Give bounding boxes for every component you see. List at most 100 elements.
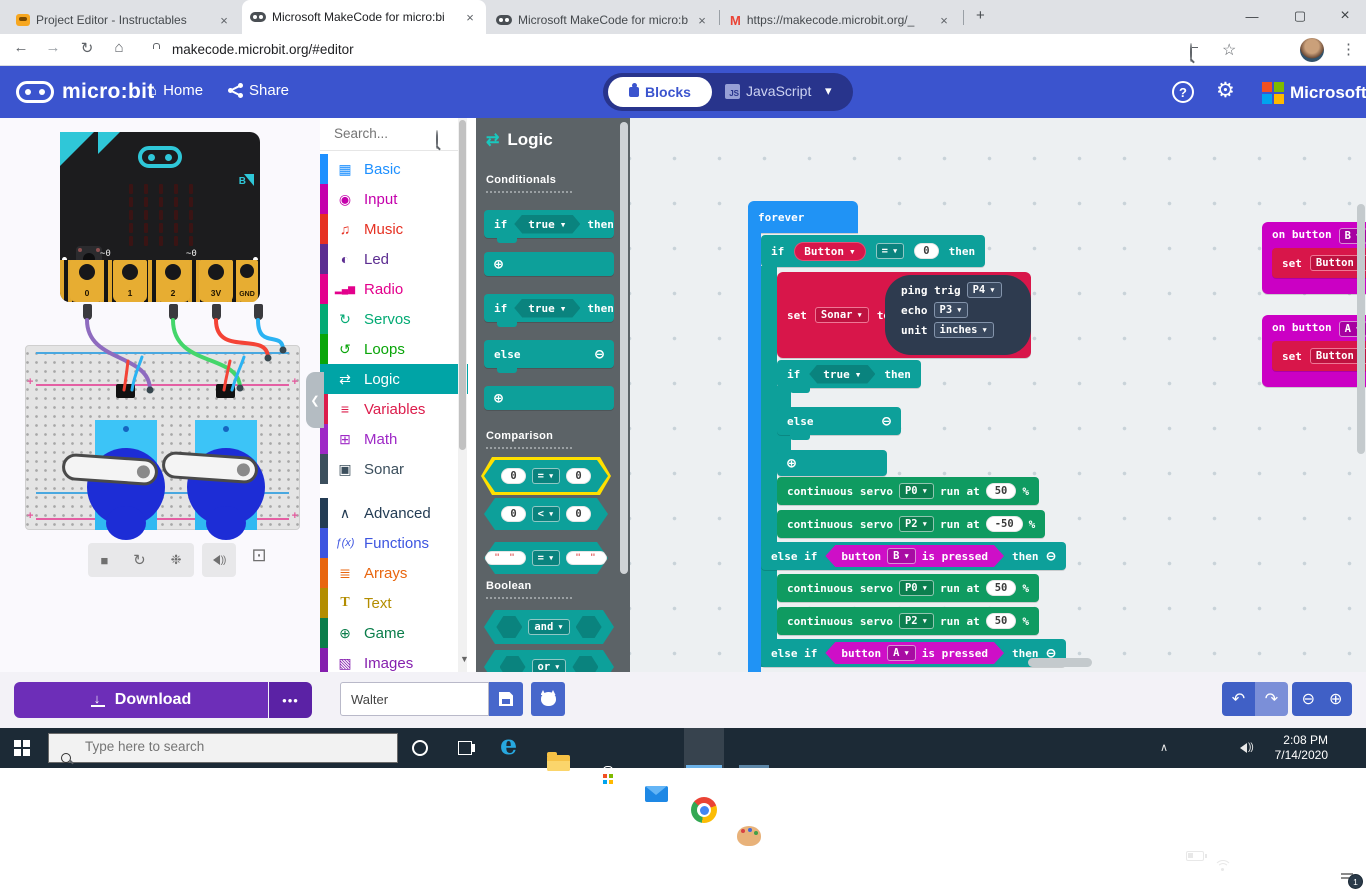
button-choice-dropdown[interactable]: A▾	[887, 645, 916, 661]
minus-icon[interactable]: ⊖	[1047, 548, 1056, 564]
plus-icon[interactable]: ⊕	[494, 256, 503, 272]
comparison-op-dropdown[interactable]: = ▾	[875, 243, 905, 259]
trig-pin-dropdown[interactable]: P4 ▾	[966, 282, 1002, 298]
wifi-icon[interactable]	[1214, 860, 1232, 872]
category-servos[interactable]: ↻ Servos	[320, 304, 468, 334]
category-math[interactable]: ⊞ Math	[320, 424, 468, 454]
servo-pin-dropdown[interactable]: P0 ▾	[898, 483, 934, 499]
edge-icon[interactable]: e	[500, 730, 517, 761]
category-functions[interactable]: ƒ(x) Functions	[320, 528, 468, 558]
taskbar-search[interactable]	[48, 733, 398, 763]
flyout-if-block[interactable]: if true ▾ then	[484, 210, 614, 243]
servo-pin-dropdown[interactable]: P2 ▾	[898, 613, 934, 629]
flyout-equals-block[interactable]: 0 = ▾ 0	[484, 460, 608, 492]
toolbox-scroll-caret-icon[interactable]: ▼	[460, 654, 469, 664]
forward-icon[interactable]: →	[42, 39, 64, 56]
speed-input[interactable]: 50	[985, 483, 1017, 499]
speed-input[interactable]: 50	[985, 613, 1017, 629]
category-input[interactable]: ◉ Input	[320, 184, 468, 214]
tab-close-icon[interactable]: ×	[694, 13, 710, 28]
cortana-icon[interactable]	[412, 740, 428, 756]
reload-icon[interactable]: ↻	[76, 39, 98, 57]
flyout-else-bar[interactable]: else ⊖	[484, 340, 614, 373]
project-name-input[interactable]	[340, 682, 489, 716]
browser-menu-icon[interactable]: ⋮	[1341, 40, 1356, 58]
tab-close-icon[interactable]: ×	[462, 10, 478, 25]
help-button[interactable]: ?	[1172, 81, 1194, 103]
paint-icon[interactable]	[737, 826, 761, 846]
flyout-scrollbar-thumb[interactable]	[620, 122, 628, 574]
button-choice-dropdown[interactable]: B▾	[887, 548, 916, 564]
minus-icon[interactable]: ⊖	[595, 346, 604, 362]
microbit-brand[interactable]: micro:bit	[16, 80, 155, 104]
action-center-icon[interactable]: 1	[1338, 869, 1363, 889]
speed-input[interactable]: 50	[985, 580, 1017, 596]
flyout-and-block[interactable]: and ▾	[484, 610, 614, 644]
share-button[interactable]: Share	[228, 82, 289, 99]
led-grid[interactable]	[124, 182, 198, 248]
category-advanced[interactable]: ∧ Advanced	[320, 498, 468, 528]
github-button[interactable]	[531, 682, 565, 716]
task-view-icon[interactable]	[458, 741, 475, 755]
download-button[interactable]: ↓ Download	[14, 682, 268, 718]
zoom-in-icon[interactable]: ⊕	[1329, 689, 1342, 709]
download-more-button[interactable]: •••	[269, 682, 312, 718]
start-button[interactable]	[14, 740, 30, 756]
forever-block[interactable]: forever	[748, 201, 858, 233]
value-input[interactable]: 0	[914, 243, 939, 259]
button-b-pressed-condition[interactable]: button B ▾ is pressed	[825, 545, 1004, 567]
category-led[interactable]: ◐ Led	[320, 244, 468, 274]
pin-gnd[interactable]: GND	[236, 260, 258, 302]
taskbar-search-input[interactable]	[83, 738, 387, 755]
button-variable-pill[interactable]: Button ▾	[794, 241, 866, 261]
zoom-out-icon[interactable]: ⊖	[1302, 689, 1315, 709]
unit-dropdown[interactable]: inches ▾	[933, 322, 994, 338]
category-sonar[interactable]: ▣ Sonar	[320, 454, 468, 484]
continuous-servo-block[interactable]: continuous servo P0 ▾ run at 50 %	[777, 477, 1039, 505]
save-project-button[interactable]	[489, 682, 523, 716]
tab-close-icon[interactable]: ×	[936, 13, 952, 28]
category-text[interactable]: T Text	[320, 588, 468, 618]
continuous-servo-block[interactable]: continuous servo P2 ▾ run at -50 %	[777, 510, 1046, 538]
pin-2[interactable]: 2	[156, 260, 190, 302]
home-button[interactable]: ⌂ Home	[148, 82, 203, 99]
inner-else-bar[interactable]: else ⊖	[777, 407, 901, 440]
servo-pin-dropdown[interactable]: P2 ▾	[898, 516, 934, 532]
tray-chevron-icon[interactable]: ∧	[1160, 741, 1168, 754]
pin-3v[interactable]: 3V	[199, 260, 233, 302]
file-explorer-icon[interactable]	[547, 752, 570, 771]
inner-if-block[interactable]: if true ▾ then	[777, 360, 921, 393]
window-maximize-button[interactable]: ▢	[1285, 0, 1315, 32]
servo-pin-dropdown[interactable]: P0 ▾	[898, 580, 934, 596]
plus-icon[interactable]: ⊕	[494, 390, 503, 406]
tab-gmail-makecode[interactable]: M https://makecode.microbit.org/_ ×	[722, 6, 960, 34]
tab-javascript[interactable]: JS JavaScript	[725, 83, 811, 99]
tab-close-icon[interactable]: ×	[216, 13, 232, 28]
window-minimize-button[interactable]: —	[1237, 0, 1267, 32]
microsoft-store-icon[interactable]	[598, 766, 618, 787]
category-variables[interactable]: ≡ Variables	[320, 394, 468, 424]
window-close-button[interactable]: ×	[1330, 0, 1360, 32]
set-button-block[interactable]: set Button▾	[1272, 248, 1366, 278]
chrome-icon[interactable]	[691, 797, 717, 823]
workspace-horizontal-scrollbar[interactable]	[1028, 658, 1092, 667]
flyout-ifelse-block[interactable]: if true ▾ then	[484, 294, 614, 327]
echo-pin-dropdown[interactable]: P3 ▾	[933, 302, 969, 318]
bookmark-star-icon[interactable]: ☆	[1222, 40, 1236, 60]
flyout-or-block[interactable]: or ▾	[484, 650, 614, 672]
url-text[interactable]: makecode.microbit.org/#editor	[172, 42, 354, 57]
speed-input[interactable]: -50	[985, 516, 1023, 532]
new-tab-button[interactable]: +	[976, 7, 985, 24]
tab-instructables[interactable]: Project Editor - Instructables ×	[8, 6, 240, 34]
category-radio[interactable]: ▂▄▆ Radio	[320, 274, 468, 304]
battery-icon[interactable]	[1186, 851, 1207, 861]
collapse-simulator-button[interactable]: ❮	[306, 372, 324, 428]
elseif-button-b-bar[interactable]: else if button B ▾ is pressed then ⊖	[761, 542, 1066, 570]
category-loops[interactable]: ↺ Loops	[320, 334, 468, 364]
sonar-variable-dropdown[interactable]: Sonar ▾	[814, 307, 869, 323]
category-basic[interactable]: ▦ Basic	[320, 154, 468, 184]
search-input[interactable]	[332, 125, 432, 142]
tab-makecode-2[interactable]: Microsoft MakeCode for micro:b ×	[488, 6, 718, 34]
category-arrays[interactable]: ≣ Arrays	[320, 558, 468, 588]
restart-icon[interactable]: ↻	[133, 551, 146, 569]
